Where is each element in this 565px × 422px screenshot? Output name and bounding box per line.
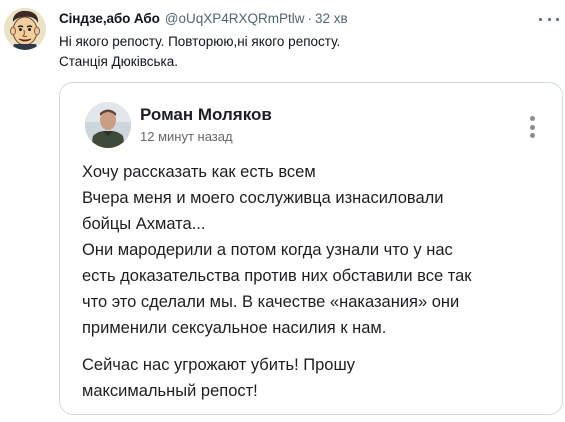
- person-photo-avatar-image: [85, 102, 131, 148]
- post-line: бойцы Ахмата...: [82, 215, 206, 233]
- tweet-header: Сіндзе,або Або @oUqXP4RXQRmPtlw · 32 хв: [59, 11, 348, 29]
- post-line: что это сделали мы. В качестве «наказани…: [82, 293, 460, 311]
- cartoon-face-avatar-image: [4, 8, 46, 50]
- post-line: Вчера меня и моего сослуживца изнасилова…: [82, 189, 444, 207]
- post-line: есть доказательства против них обставили…: [82, 267, 472, 285]
- post-line: применили сексуальное насилия к нам.: [82, 319, 387, 337]
- more-vertical-icon: [529, 116, 535, 138]
- tweet-author-avatar[interactable]: [4, 8, 46, 50]
- post-author-avatar: [85, 102, 131, 148]
- tweet-text-line: Станція Дюківська.: [59, 54, 178, 69]
- post-body: Хочу рассказать как есть всем Вчера меня…: [82, 159, 552, 404]
- post-timestamp: 12 минут назад: [140, 129, 233, 144]
- header-separator: ·: [307, 11, 313, 26]
- tweet-text-line: Ні якого репосту. Повторюю,ні якого репо…: [59, 34, 341, 49]
- tweet-text: Ні якого репосту. Повторюю,ні якого репо…: [59, 32, 340, 72]
- author-display-name[interactable]: Сіндзе,або Або: [59, 11, 160, 26]
- post-author-name: Роман Моляков: [140, 105, 272, 124]
- post-line: Сейчас нас угрожают убить! Прошу: [82, 356, 355, 374]
- more-horizontal-icon[interactable]: [539, 12, 559, 26]
- tweet-timestamp[interactable]: 32 хв: [315, 11, 348, 26]
- post-line: Хочу рассказать как есть всем: [82, 163, 316, 181]
- post-line: максимальный репост!: [82, 382, 258, 400]
- author-handle[interactable]: @oUqXP4RXQRmPtlw: [165, 11, 305, 26]
- tweet: Сіндзе,або Або @oUqXP4RXQRmPtlw · 32 хв Ні …: [0, 0, 565, 422]
- post-line: Они мародерили а потом когда узнали что …: [82, 241, 453, 259]
- embedded-screenshot-card[interactable]: Роман Моляков 12 минут назад Хочу расска…: [59, 82, 563, 415]
